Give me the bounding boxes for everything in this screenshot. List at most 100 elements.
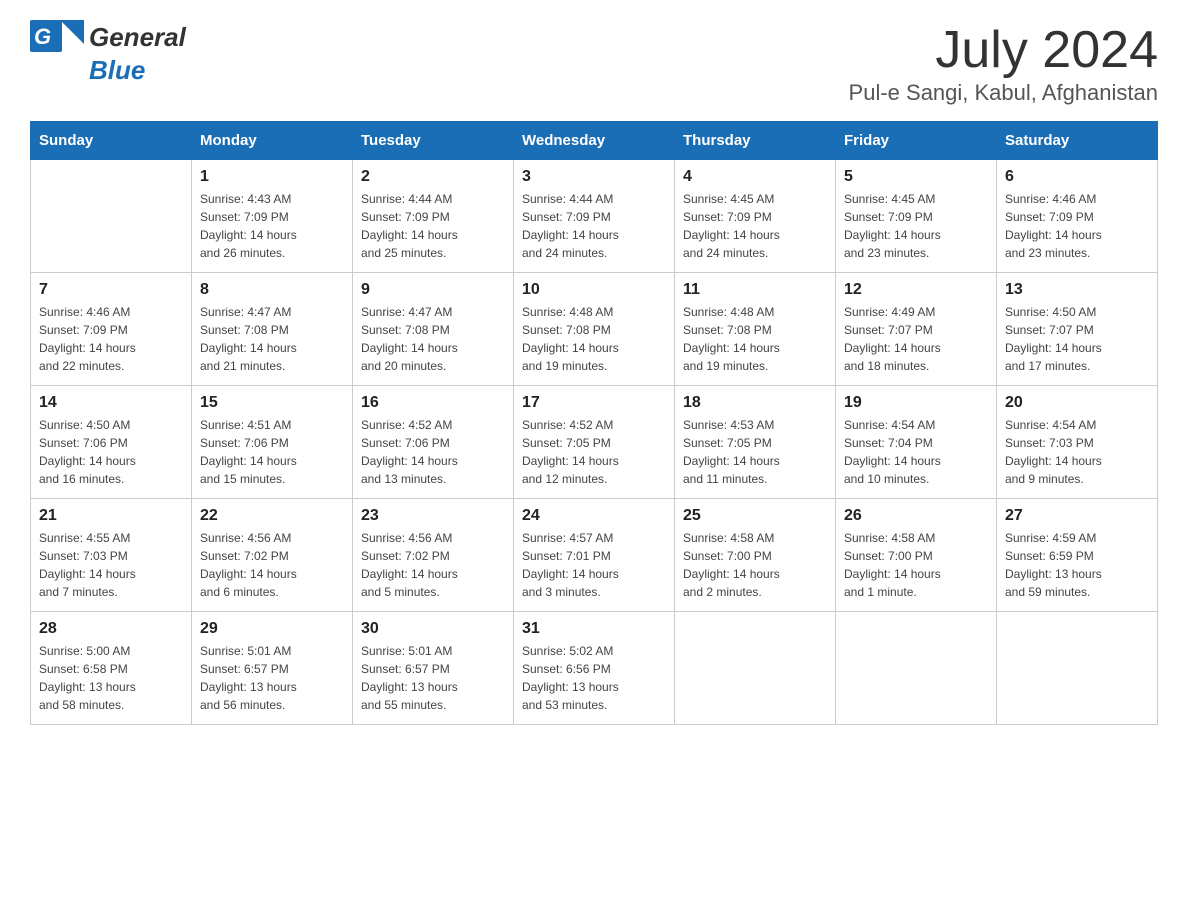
calendar-cell	[997, 612, 1158, 725]
day-number: 29	[200, 620, 344, 638]
day-number: 7	[39, 281, 183, 299]
day-number: 13	[1005, 281, 1149, 299]
header-col-monday: Monday	[192, 122, 353, 160]
logo-blue-text: Blue	[30, 55, 186, 86]
day-number: 4	[683, 168, 827, 186]
calendar-week-1: 1Sunrise: 4:43 AM Sunset: 7:09 PM Daylig…	[31, 160, 1158, 273]
logo: G G General Blue	[30, 20, 186, 86]
header-row: SundayMondayTuesdayWednesdayThursdayFrid…	[31, 122, 1158, 160]
calendar-cell: 24Sunrise: 4:57 AM Sunset: 7:01 PM Dayli…	[514, 499, 675, 612]
calendar-cell	[31, 160, 192, 273]
day-number: 23	[361, 507, 505, 525]
calendar-cell: 3 Sunrise: 4:44 AM Sunset: 7:09 PM Daylig…	[514, 160, 675, 273]
calendar-cell: 23 Sunrise: 4:56 AM Sunset: 7:02 PM Dayli…	[353, 499, 514, 612]
calendar-cell: 20 Sunrise: 4:54 AM Sunset: 7:03 PM Dayli…	[997, 386, 1158, 499]
day-info: Sunrise: 4:57 AM Sunset: 7:01 PM Dayligh…	[522, 529, 666, 601]
calendar-cell: 31Sunrise: 5:02 AM Sunset: 6:56 PM Dayli…	[514, 612, 675, 725]
day-number: 30	[361, 620, 505, 638]
day-number: 15	[200, 394, 344, 412]
day-number: 3	[522, 168, 666, 186]
logo-graphic: G	[30, 20, 85, 55]
calendar-cell: 30Sunrise: 5:01 AM Sunset: 6:57 PM Dayli…	[353, 612, 514, 725]
day-number: 11	[683, 281, 827, 299]
calendar-cell: 8 Sunrise: 4:47 AM Sunset: 7:08 PM Daylig…	[192, 273, 353, 386]
day-number: 26	[844, 507, 988, 525]
calendar-cell: 21Sunrise: 4:55 AM Sunset: 7:03 PM Dayli…	[31, 499, 192, 612]
calendar-cell: 7 Sunrise: 4:46 AM Sunset: 7:09 PM Daylig…	[31, 273, 192, 386]
day-info: Sunrise: 4:58 AM Sunset: 7:00 PM Dayligh…	[844, 529, 988, 601]
day-number: 2	[361, 168, 505, 186]
day-info: Sunrise: 4:46 AM Sunset: 7:09 PM Dayligh…	[39, 303, 183, 375]
calendar-cell: 28 Sunrise: 5:00 AM Sunset: 6:58 PM Dayli…	[31, 612, 192, 725]
day-number: 31	[522, 620, 666, 638]
day-info: Sunrise: 4:59 AM Sunset: 6:59 PM Dayligh…	[1005, 529, 1149, 601]
day-info: Sunrise: 4:54 AM Sunset: 7:03 PM Dayligh…	[1005, 416, 1149, 488]
calendar-cell: 12 Sunrise: 4:49 AM Sunset: 7:07 PM Dayli…	[836, 273, 997, 386]
day-number: 16	[361, 394, 505, 412]
page-title: July 2024	[849, 20, 1158, 80]
day-number: 1	[200, 168, 344, 186]
calendar-cell: 16 Sunrise: 4:52 AM Sunset: 7:06 PM Dayli…	[353, 386, 514, 499]
header-col-wednesday: Wednesday	[514, 122, 675, 160]
calendar-cell: 15 Sunrise: 4:51 AM Sunset: 7:06 PM Dayli…	[192, 386, 353, 499]
calendar-cell: 27Sunrise: 4:59 AM Sunset: 6:59 PM Dayli…	[997, 499, 1158, 612]
day-info: Sunrise: 4:50 AM Sunset: 7:06 PM Dayligh…	[39, 416, 183, 488]
day-info: Sunrise: 4:51 AM Sunset: 7:06 PM Dayligh…	[200, 416, 344, 488]
day-info: Sunrise: 4:47 AM Sunset: 7:08 PM Dayligh…	[361, 303, 505, 375]
day-number: 25	[683, 507, 827, 525]
title-section: July 2024 Pul-e Sangi, Kabul, Afghanista…	[849, 20, 1158, 106]
day-info: Sunrise: 4:44 AM Sunset: 7:09 PM Dayligh…	[522, 190, 666, 262]
calendar-week-2: 7 Sunrise: 4:46 AM Sunset: 7:09 PM Daylig…	[31, 273, 1158, 386]
day-number: 6	[1005, 168, 1149, 186]
day-info: Sunrise: 4:52 AM Sunset: 7:06 PM Dayligh…	[361, 416, 505, 488]
calendar-cell: 13 Sunrise: 4:50 AM Sunset: 7:07 PM Dayli…	[997, 273, 1158, 386]
day-number: 17	[522, 394, 666, 412]
calendar-cell: 29 Sunrise: 5:01 AM Sunset: 6:57 PM Dayli…	[192, 612, 353, 725]
day-number: 20	[1005, 394, 1149, 412]
day-info: Sunrise: 4:52 AM Sunset: 7:05 PM Dayligh…	[522, 416, 666, 488]
day-number: 19	[844, 394, 988, 412]
logo-text-general-row: G General	[30, 20, 186, 55]
header-col-saturday: Saturday	[997, 122, 1158, 160]
day-info: Sunrise: 4:58 AM Sunset: 7:00 PM Dayligh…	[683, 529, 827, 601]
calendar-cell: 10Sunrise: 4:48 AM Sunset: 7:08 PM Dayli…	[514, 273, 675, 386]
day-info: Sunrise: 4:49 AM Sunset: 7:07 PM Dayligh…	[844, 303, 988, 375]
calendar-cell: 9 Sunrise: 4:47 AM Sunset: 7:08 PM Daylig…	[353, 273, 514, 386]
day-info: Sunrise: 4:55 AM Sunset: 7:03 PM Dayligh…	[39, 529, 183, 601]
calendar-body: 1Sunrise: 4:43 AM Sunset: 7:09 PM Daylig…	[31, 160, 1158, 725]
day-info: Sunrise: 4:53 AM Sunset: 7:05 PM Dayligh…	[683, 416, 827, 488]
day-info: Sunrise: 4:44 AM Sunset: 7:09 PM Dayligh…	[361, 190, 505, 262]
day-info: Sunrise: 4:47 AM Sunset: 7:08 PM Dayligh…	[200, 303, 344, 375]
day-number: 28	[39, 620, 183, 638]
day-number: 12	[844, 281, 988, 299]
day-info: Sunrise: 5:00 AM Sunset: 6:58 PM Dayligh…	[39, 642, 183, 714]
calendar-cell: 19 Sunrise: 4:54 AM Sunset: 7:04 PM Dayli…	[836, 386, 997, 499]
calendar-cell	[675, 612, 836, 725]
calendar-week-5: 28 Sunrise: 5:00 AM Sunset: 6:58 PM Dayli…	[31, 612, 1158, 725]
calendar-week-3: 14 Sunrise: 4:50 AM Sunset: 7:06 PM Dayli…	[31, 386, 1158, 499]
logo-general-text: General	[89, 22, 186, 53]
calendar-cell: 14 Sunrise: 4:50 AM Sunset: 7:06 PM Dayli…	[31, 386, 192, 499]
day-info: Sunrise: 5:01 AM Sunset: 6:57 PM Dayligh…	[200, 642, 344, 714]
day-info: Sunrise: 4:45 AM Sunset: 7:09 PM Dayligh…	[683, 190, 827, 262]
day-number: 22	[200, 507, 344, 525]
calendar-cell: 1Sunrise: 4:43 AM Sunset: 7:09 PM Daylig…	[192, 160, 353, 273]
calendar-cell: 18Sunrise: 4:53 AM Sunset: 7:05 PM Dayli…	[675, 386, 836, 499]
day-info: Sunrise: 4:54 AM Sunset: 7:04 PM Dayligh…	[844, 416, 988, 488]
logo-text-block: G General Blue	[30, 20, 186, 86]
svg-text:G: G	[34, 24, 51, 49]
day-info: Sunrise: 4:46 AM Sunset: 7:09 PM Dayligh…	[1005, 190, 1149, 262]
day-info: Sunrise: 4:56 AM Sunset: 7:02 PM Dayligh…	[200, 529, 344, 601]
day-number: 9	[361, 281, 505, 299]
day-info: Sunrise: 4:50 AM Sunset: 7:07 PM Dayligh…	[1005, 303, 1149, 375]
day-info: Sunrise: 4:48 AM Sunset: 7:08 PM Dayligh…	[683, 303, 827, 375]
day-info: Sunrise: 4:45 AM Sunset: 7:09 PM Dayligh…	[844, 190, 988, 262]
header-col-sunday: Sunday	[31, 122, 192, 160]
calendar-cell: 17 Sunrise: 4:52 AM Sunset: 7:05 PM Dayli…	[514, 386, 675, 499]
day-number: 14	[39, 394, 183, 412]
day-number: 8	[200, 281, 344, 299]
header-col-friday: Friday	[836, 122, 997, 160]
day-info: Sunrise: 4:56 AM Sunset: 7:02 PM Dayligh…	[361, 529, 505, 601]
calendar-header: SundayMondayTuesdayWednesdayThursdayFrid…	[31, 122, 1158, 160]
calendar-cell: 5Sunrise: 4:45 AM Sunset: 7:09 PM Daylig…	[836, 160, 997, 273]
